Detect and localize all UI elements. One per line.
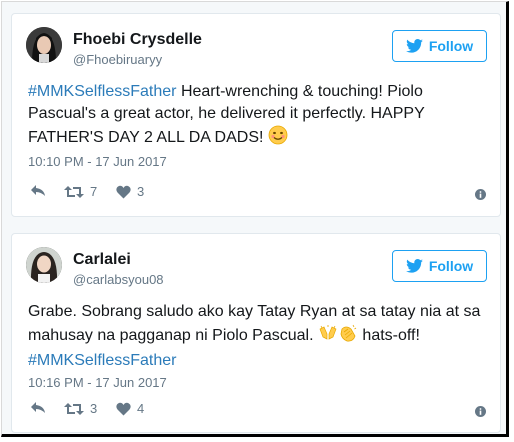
heart-icon bbox=[116, 402, 131, 416]
reply-icon bbox=[30, 184, 46, 198]
info-icon bbox=[475, 404, 486, 421]
heart-icon bbox=[116, 185, 131, 199]
timestamp[interactable]: 10:16 PM - 17 Jun 2017 bbox=[28, 375, 167, 390]
tweet-collection-frame: Fhoebi Crysdelle @Fhoebiruaryy Follow #M… bbox=[1, 1, 509, 437]
tweet-text: Grabe. Sobrang saludo ako kay Tatay Ryan… bbox=[28, 301, 484, 372]
avatar[interactable] bbox=[26, 27, 62, 63]
info-icon bbox=[475, 187, 486, 204]
display-name[interactable]: Carlalei bbox=[73, 251, 131, 269]
tweet-card: Fhoebi Crysdelle @Fhoebiruaryy Follow #M… bbox=[11, 13, 501, 217]
follow-button[interactable]: Follow bbox=[392, 30, 487, 62]
tweet-actions: 3 4 bbox=[28, 401, 486, 421]
info-button[interactable] bbox=[475, 404, 486, 422]
like-count: 3 bbox=[137, 184, 145, 199]
tweet-body-end: hats-off! bbox=[357, 327, 420, 344]
retweet-count: 7 bbox=[90, 184, 98, 199]
clapping-hands-emoji bbox=[338, 323, 358, 350]
user-handle[interactable]: @Fhoebiruaryy bbox=[73, 52, 162, 67]
timestamp[interactable]: 10:10 PM - 17 Jun 2017 bbox=[28, 154, 167, 169]
reply-button[interactable] bbox=[30, 401, 46, 415]
tweet-card: Carlalei @carlabsyou08 Follow Grabe. Sob… bbox=[11, 233, 501, 433]
retweet-button[interactable]: 7 bbox=[64, 184, 97, 199]
display-name[interactable]: Fhoebi Crysdelle bbox=[73, 31, 202, 49]
info-button[interactable] bbox=[475, 187, 486, 205]
reply-button[interactable] bbox=[30, 184, 46, 198]
like-button[interactable]: 4 bbox=[116, 401, 144, 416]
hashtag-link[interactable]: #MMKSelflessFather bbox=[28, 83, 177, 100]
retweet-count: 3 bbox=[90, 401, 98, 416]
twitter-bird-icon bbox=[405, 39, 423, 53]
hashtag-link[interactable]: #MMKSelflessFather bbox=[28, 352, 177, 369]
follow-label: Follow bbox=[428, 38, 474, 54]
raised-hands-emoji bbox=[318, 325, 338, 350]
twitter-bird-icon bbox=[405, 259, 423, 273]
retweet-icon bbox=[64, 185, 84, 199]
retweet-icon bbox=[64, 402, 84, 416]
smiling-face-emoji bbox=[268, 125, 288, 152]
retweet-button[interactable]: 3 bbox=[64, 401, 97, 416]
tweet-actions: 7 3 bbox=[28, 184, 486, 204]
like-count: 4 bbox=[137, 401, 145, 416]
follow-label: Follow bbox=[428, 258, 474, 274]
avatar[interactable] bbox=[26, 247, 62, 283]
tweet-text: #MMKSelflessFather Heart-wrenching & tou… bbox=[28, 81, 484, 152]
like-button[interactable]: 3 bbox=[116, 184, 144, 199]
reply-icon bbox=[30, 401, 46, 415]
follow-button[interactable]: Follow bbox=[392, 250, 487, 282]
user-handle[interactable]: @carlabsyou08 bbox=[73, 272, 164, 287]
